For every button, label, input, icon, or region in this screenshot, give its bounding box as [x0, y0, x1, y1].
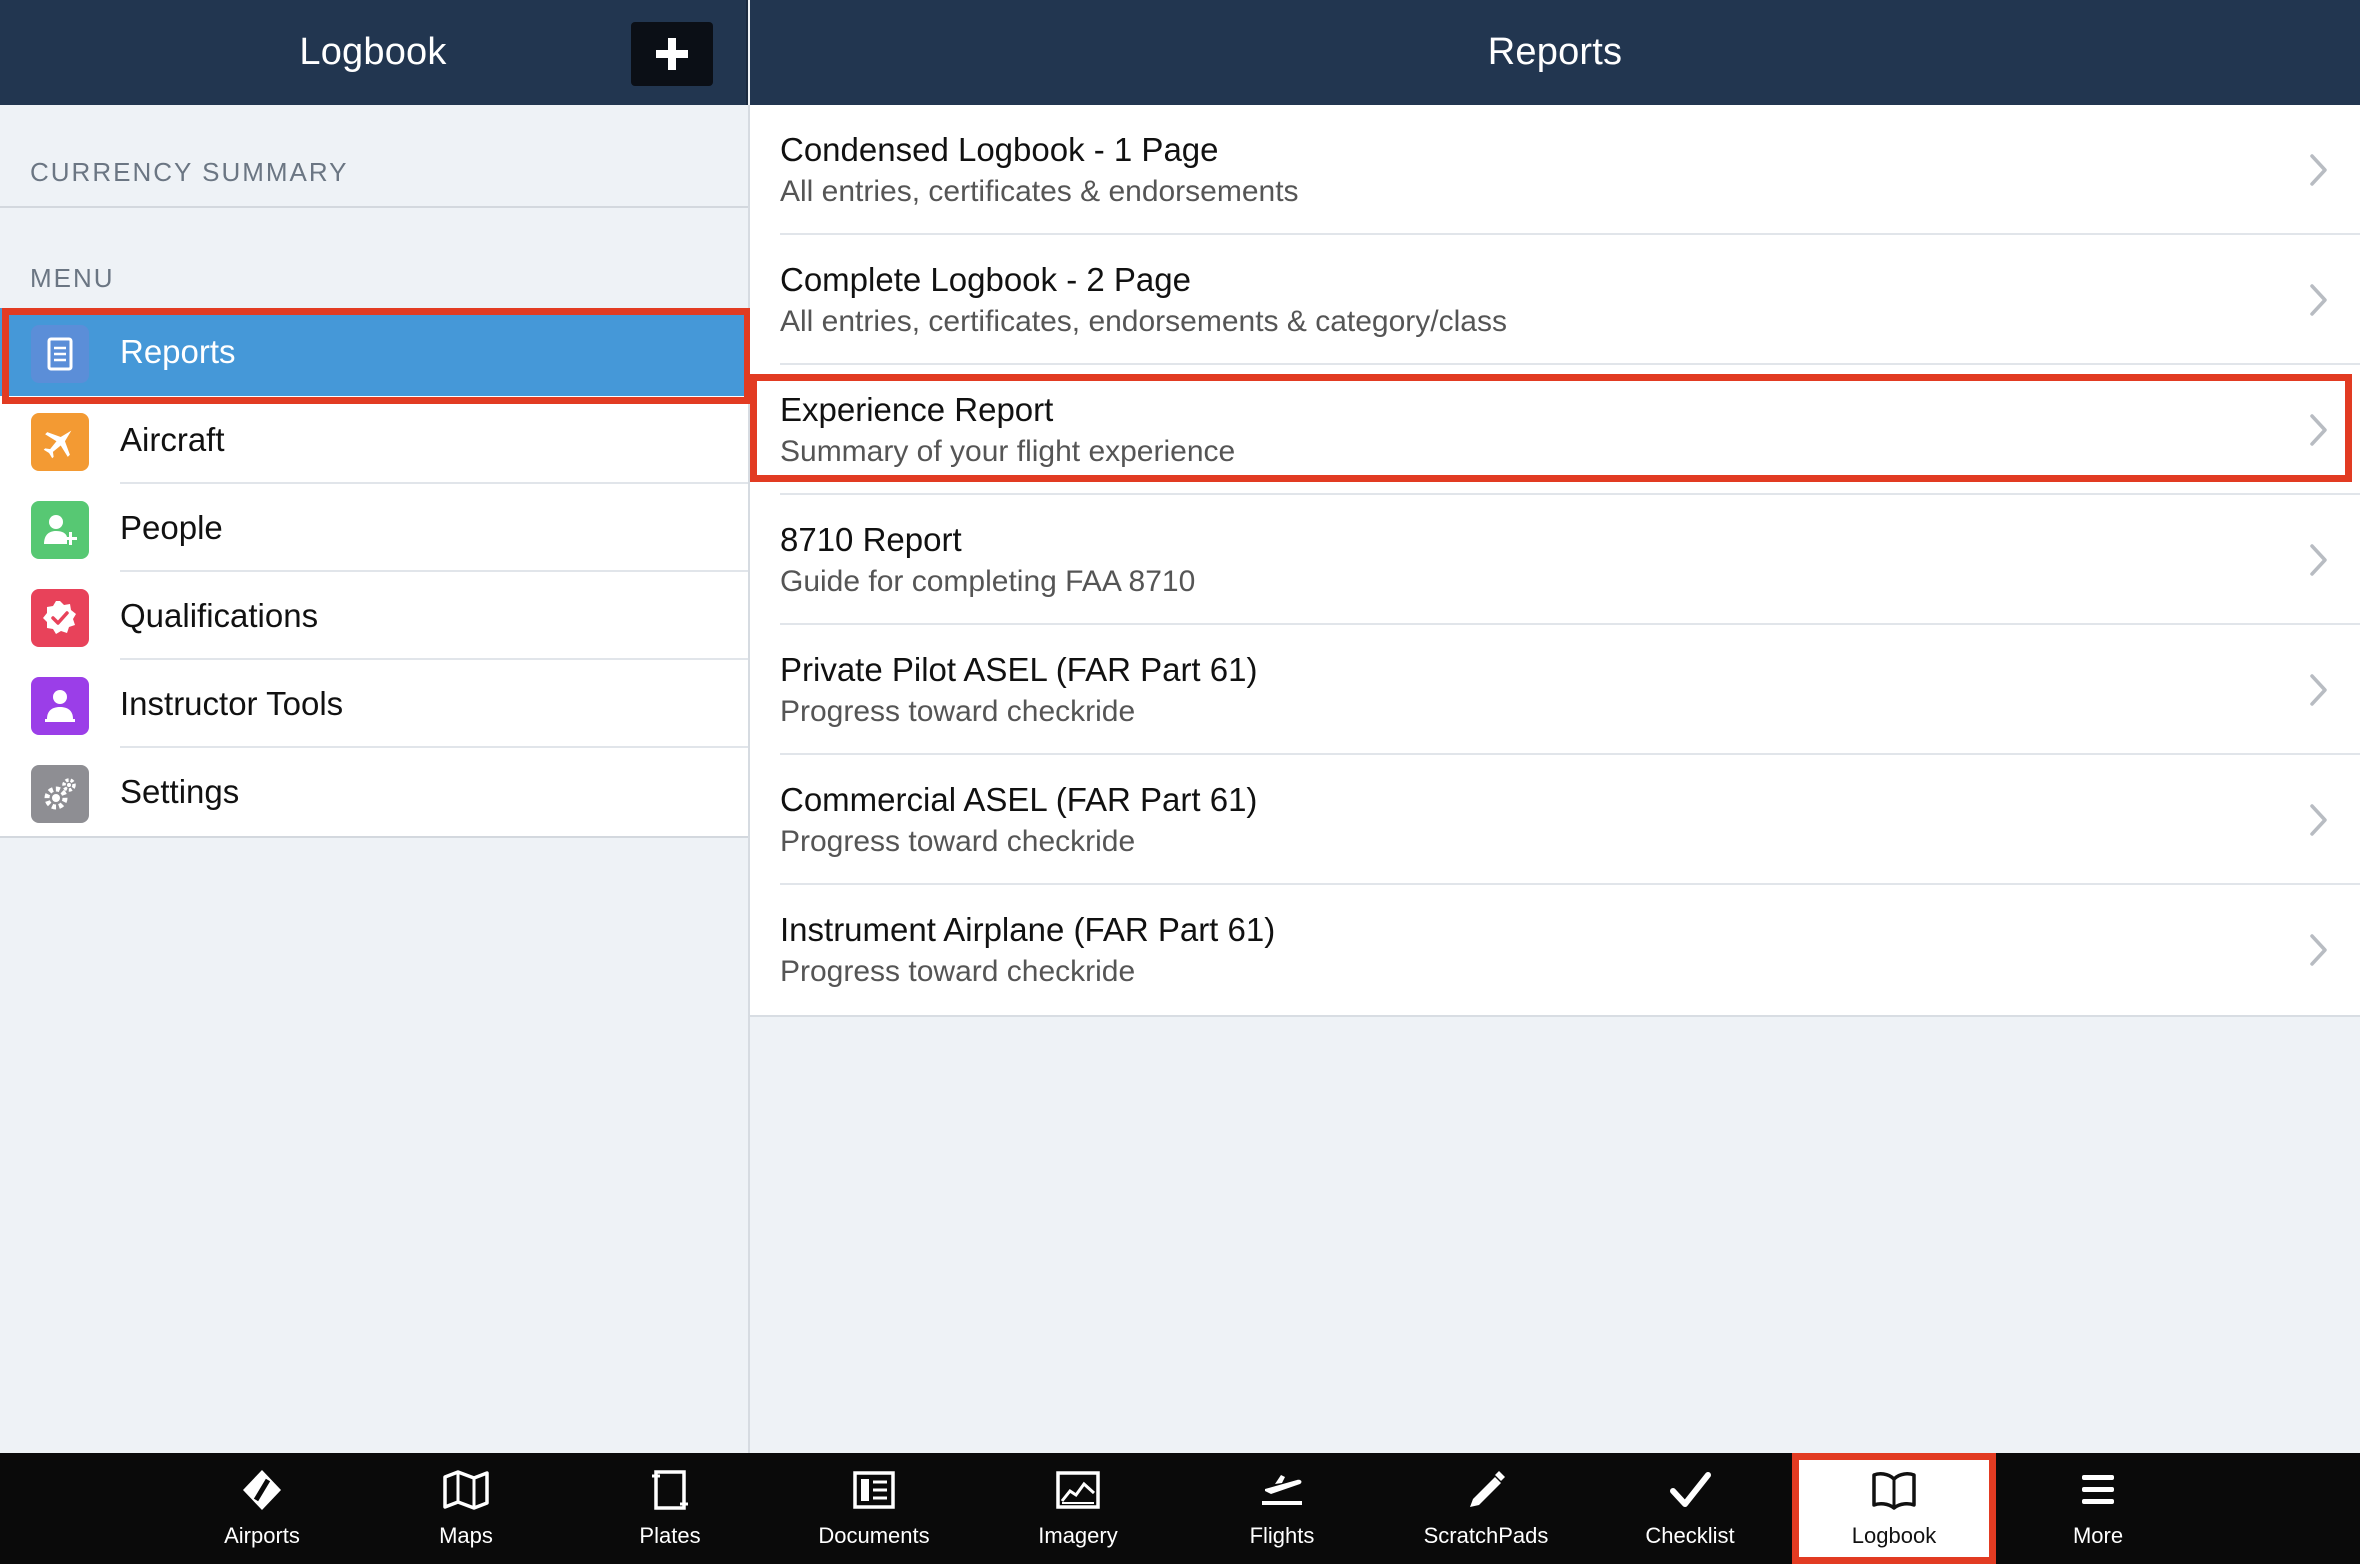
- report-title: Commercial ASEL (FAR Part 61): [780, 781, 1258, 818]
- currency-summary-header[interactable]: CURRENCY SUMMARY: [30, 157, 349, 188]
- tab-more[interactable]: More: [1996, 1453, 2200, 1564]
- report-subtitle: All entries, certificates, endorsements …: [780, 305, 1507, 338]
- report-row-experience-report[interactable]: Experience Report Summary of your flight…: [750, 365, 2360, 495]
- documents-icon: [853, 1471, 895, 1509]
- pencil-icon: [1470, 1471, 1505, 1507]
- tab-checklist[interactable]: Checklist: [1588, 1453, 1792, 1564]
- chevron-right-icon: [2310, 154, 2327, 186]
- sidebar-item-settings[interactable]: Settings: [0, 748, 748, 836]
- divider: [0, 206, 748, 208]
- chevron-right-icon: [2310, 414, 2327, 446]
- plates-icon: [652, 1470, 688, 1510]
- sidebar-item-instructor-tools[interactable]: Instructor Tools: [0, 660, 748, 748]
- sidebar-item-qualifications[interactable]: Qualifications: [0, 572, 748, 660]
- report-subtitle: All entries, certificates & endorsements: [780, 175, 1299, 208]
- report-title: Complete Logbook - 2 Page: [780, 261, 1191, 298]
- add-entry-button[interactable]: [631, 22, 713, 86]
- tab-label: Imagery: [1038, 1523, 1118, 1548]
- tab-bar: Airports Maps Plates Documents Imagery F…: [0, 1453, 2360, 1564]
- tab-logbook[interactable]: Logbook: [1792, 1453, 1996, 1564]
- chevron-right-icon: [2310, 544, 2327, 576]
- report-subtitle: Progress toward checkride: [780, 695, 1136, 728]
- tab-scratchpads[interactable]: ScratchPads: [1384, 1453, 1588, 1564]
- sidebar-item-label: Instructor Tools: [120, 685, 344, 722]
- report-row-private-pilot-asel[interactable]: Private Pilot ASEL (FAR Part 61) Progres…: [750, 625, 2360, 755]
- report-row-commercial-asel[interactable]: Commercial ASEL (FAR Part 61) Progress t…: [750, 755, 2360, 885]
- badge-check-icon: [31, 589, 89, 647]
- sidebar-item-people[interactable]: People: [0, 484, 748, 572]
- menu-icon: [2082, 1475, 2114, 1504]
- report-row-instrument-airplane[interactable]: Instrument Airplane (FAR Part 61) Progre…: [750, 885, 2360, 1015]
- report-subtitle: Progress toward checkride: [780, 825, 1136, 858]
- tab-label: Logbook: [1851, 1523, 1937, 1548]
- report-title: Instrument Airplane (FAR Part 61): [780, 911, 1276, 948]
- chevron-right-icon: [2310, 804, 2327, 836]
- chevron-right-icon: [2310, 284, 2327, 316]
- tab-flights[interactable]: Flights: [1180, 1453, 1384, 1564]
- reports-title: Reports: [1487, 31, 1623, 73]
- tab-airports[interactable]: Airports: [160, 1453, 364, 1564]
- gear-icon: [31, 765, 89, 823]
- report-title: Condensed Logbook - 1 Page: [780, 131, 1219, 168]
- imagery-icon: [1056, 1471, 1100, 1509]
- sidebar-item-reports[interactable]: Reports: [0, 308, 748, 396]
- flights-icon: [1262, 1475, 1302, 1505]
- sidebar-item-aircraft[interactable]: Aircraft: [0, 396, 748, 484]
- plus-icon: [656, 38, 688, 70]
- tab-label: Plates: [639, 1523, 701, 1548]
- reports-header: Reports: [750, 0, 2360, 105]
- report-title: Experience Report: [780, 391, 1054, 428]
- tab-label: ScratchPads: [1423, 1523, 1549, 1548]
- tab-plates[interactable]: Plates: [568, 1453, 772, 1564]
- tab-label: More: [2072, 1523, 2124, 1548]
- sidebar-item-label: People: [120, 509, 223, 546]
- chevron-right-icon: [2310, 934, 2327, 966]
- sidebar-item-label: Aircraft: [120, 421, 225, 458]
- instructor-icon: [31, 677, 89, 735]
- report-list: Condensed Logbook - 1 Page All entries, …: [750, 105, 2360, 1017]
- report-subtitle: Guide for completing FAA 8710: [780, 565, 1196, 598]
- tab-label: Flights: [1249, 1523, 1315, 1548]
- book-icon: [1872, 1472, 1916, 1510]
- tab-label: Documents: [818, 1523, 930, 1548]
- reports-icon: [31, 325, 89, 383]
- map-icon: [443, 1470, 489, 1510]
- tab-label: Airports: [224, 1523, 300, 1548]
- report-row-8710-report[interactable]: 8710 Report Guide for completing FAA 871…: [750, 495, 2360, 625]
- tab-label: Checklist: [1645, 1523, 1735, 1548]
- report-row-condensed-logbook[interactable]: Condensed Logbook - 1 Page All entries, …: [750, 105, 2360, 235]
- menu-header: MENU: [30, 263, 115, 293]
- tab-imagery[interactable]: Imagery: [976, 1453, 1180, 1564]
- report-row-complete-logbook[interactable]: Complete Logbook - 2 Page All entries, c…: [750, 235, 2360, 365]
- tab-documents[interactable]: Documents: [772, 1453, 976, 1564]
- sidebar-item-label: Reports: [120, 333, 236, 370]
- airplane-icon: [31, 413, 89, 471]
- report-title: Private Pilot ASEL (FAR Part 61): [780, 651, 1258, 688]
- add-person-icon: [31, 501, 89, 559]
- sidebar: CURRENCY SUMMARY MENU Reports Aircraft P…: [0, 105, 750, 1453]
- chevron-right-icon: [2310, 674, 2327, 706]
- checkmark-icon: [1670, 1472, 1711, 1507]
- report-title: 8710 Report: [780, 521, 962, 558]
- logbook-title: Logbook: [299, 31, 447, 73]
- logbook-header: Logbook: [0, 0, 748, 105]
- sidebar-item-label: Qualifications: [120, 597, 319, 634]
- report-subtitle: Progress toward checkride: [780, 955, 1136, 988]
- menu-list: Reports Aircraft People Qualifications I…: [0, 308, 748, 838]
- tab-label: Maps: [439, 1523, 493, 1548]
- tab-maps[interactable]: Maps: [364, 1453, 568, 1564]
- airports-icon: [243, 1470, 281, 1510]
- sidebar-item-label: Settings: [120, 773, 240, 810]
- report-subtitle: Summary of your flight experience: [780, 435, 1236, 468]
